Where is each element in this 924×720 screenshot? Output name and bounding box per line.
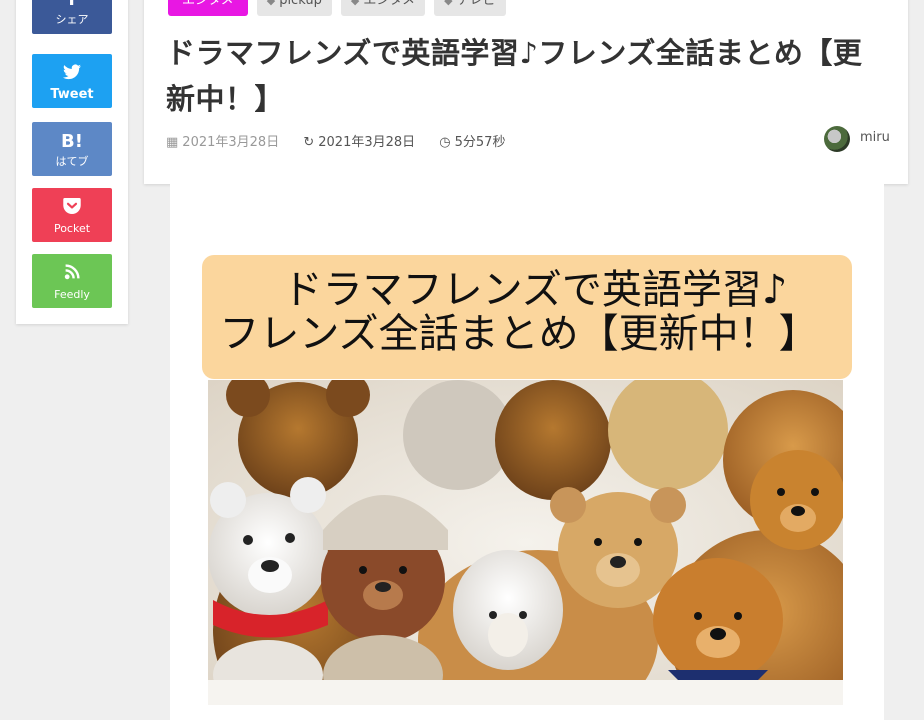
clock-icon: ◷ (439, 135, 451, 150)
author-name[interactable]: miru (860, 130, 890, 145)
updated-date-text: 2021年3月28日 (318, 135, 416, 150)
feedly-icon (32, 254, 112, 285)
category-tags: エンタメ ◆ pickup ◆ エンタメ ◆ テレビ (168, 0, 510, 16)
updated-date: ↻ 2021年3月28日 (303, 135, 425, 150)
avatar[interactable] (824, 126, 850, 152)
hatena-bookmark-button[interactable]: B! はてブ (32, 122, 112, 176)
featured-image-title-line2: フレンズ全話まとめ【更新中！】 (219, 311, 819, 357)
featured-image-title-line1: ドラマフレンズで英語学習♪ (282, 267, 788, 313)
refresh-icon: ↻ (303, 135, 315, 150)
facebook-icon: f (32, 0, 112, 10)
tag-tv[interactable]: ◆ テレビ (434, 0, 506, 16)
tag-tv-label: テレビ (456, 0, 496, 8)
read-time: ◷ 5分57秒 (439, 135, 515, 150)
featured-image: ドラマフレンズで英語学習♪ フレンズ全話まとめ【更新中！】 (170, 184, 884, 720)
tag-entertainment[interactable]: ◆ エンタメ (340, 0, 426, 16)
pocket-share-label: Pocket (53, 222, 91, 235)
read-time-text: 5分57秒 (454, 135, 506, 150)
hatena-icon: B! (61, 131, 83, 152)
tag-entertainment-label: エンタメ (363, 0, 416, 8)
twitter-share-button[interactable]: Tweet (32, 54, 112, 108)
tag-icon: ◆ (266, 0, 276, 7)
feedly-share-label: Feedly (54, 288, 90, 301)
category-label[interactable]: エンタメ (168, 0, 248, 16)
facebook-share-button[interactable]: f シェア (32, 0, 112, 34)
published-date-text: 2021年3月28日 (182, 135, 280, 150)
published-date: ▦ 2021年3月28日 (166, 135, 289, 150)
featured-image-banner: ドラマフレンズで英語学習♪ フレンズ全話まとめ【更新中！】 (202, 255, 852, 379)
article-meta: ▦ 2021年3月28日 ↻ 2021年3月28日 ◷ 5分57秒 (166, 131, 525, 150)
pocket-button[interactable]: Pocket (32, 188, 112, 242)
tag-icon: ◆ (350, 0, 360, 7)
tag-pickup[interactable]: ◆ pickup (256, 0, 332, 16)
tag-icon: ◆ (444, 0, 453, 7)
teddy-bears-photo (208, 380, 843, 705)
twitter-icon (32, 54, 112, 85)
tag-pickup-label: pickup (279, 0, 322, 8)
pocket-icon (32, 188, 112, 219)
share-sidebar: f シェア Tweet B! はてブ Pocket Feedly (16, 0, 128, 324)
feedly-button[interactable]: Feedly (32, 254, 112, 308)
twitter-share-label: Tweet (50, 87, 94, 102)
article-header: エンタメ ◆ pickup ◆ エンタメ ◆ テレビ ドラマフレンズで英語学習♪フレン… (144, 0, 908, 184)
calendar-icon: ▦ (166, 135, 179, 150)
page-title: ドラマフレンズで英語学習♪フレンズ全話まとめ【更新中！】 (166, 36, 863, 116)
facebook-share-label: シェア (55, 13, 89, 26)
hatena-share-label: はてブ (55, 155, 89, 168)
